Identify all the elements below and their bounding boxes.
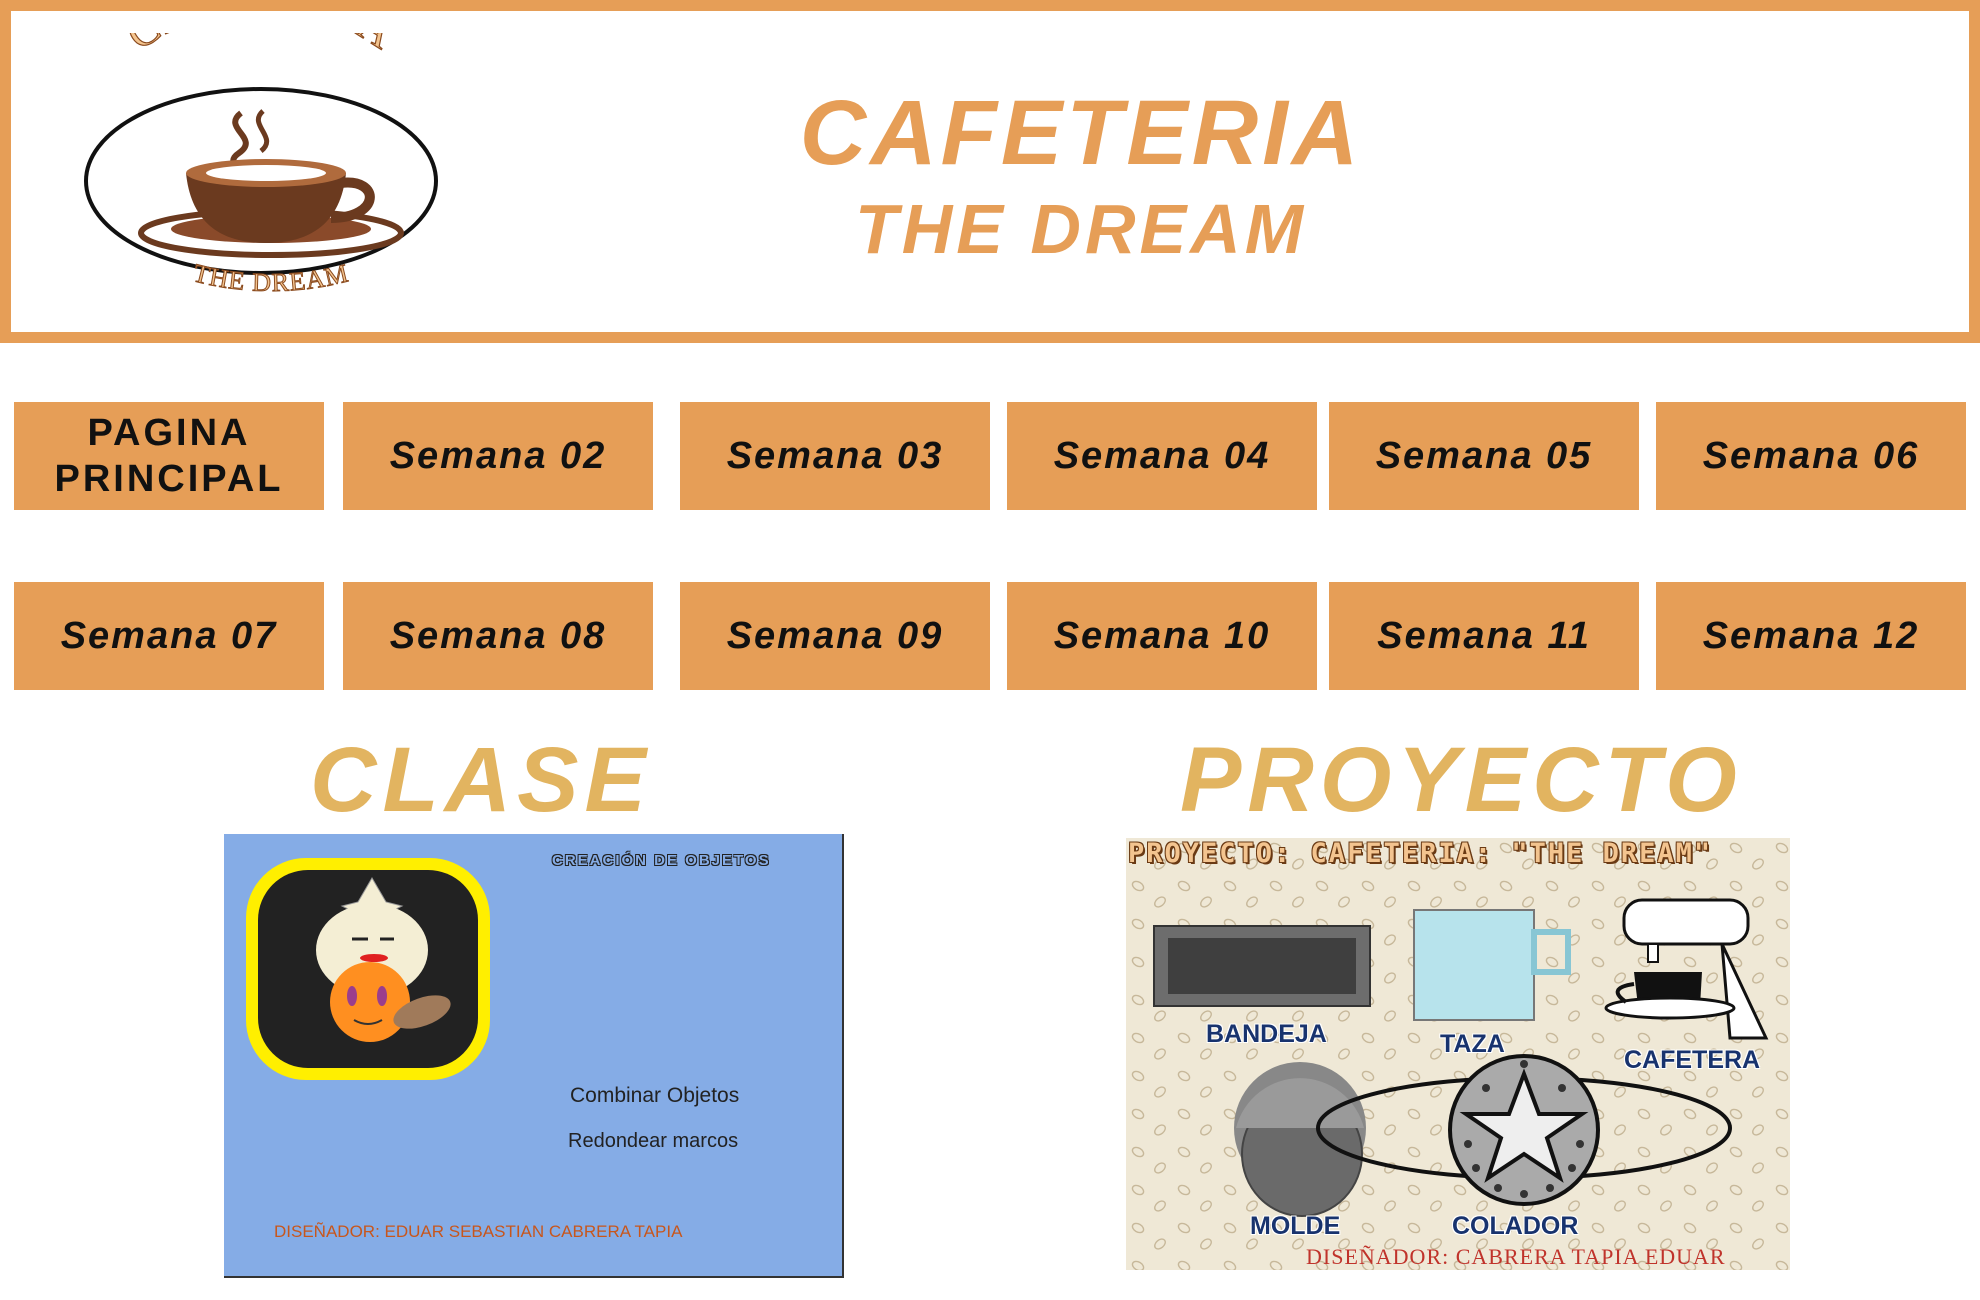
- clase-designer: DISEÑADOR: EDUAR SEBASTIAN CABRERA TAPIA: [274, 1222, 683, 1241]
- header-banner: CAFETERIA THE DREAM CAFETERIA THE DREAM: [0, 0, 1980, 343]
- nav-semana-02[interactable]: Semana 02: [343, 402, 653, 510]
- nav-semana-09[interactable]: Semana 09: [680, 582, 990, 690]
- nav-semana-12[interactable]: Semana 12: [1656, 582, 1966, 690]
- nav-semana-11[interactable]: Semana 11: [1329, 582, 1639, 690]
- nav-semana-03[interactable]: Semana 03: [680, 402, 990, 510]
- nav-semana-10[interactable]: Semana 10: [1007, 582, 1317, 690]
- clase-section-title: CLASE: [310, 729, 652, 831]
- clase-line-combinar: Combinar Objetos: [570, 1084, 740, 1107]
- clase-preview-card[interactable]: CREACIÓN DE OBJETOS Combinar Objetos Red…: [224, 834, 844, 1278]
- clase-line-redondear: Redondear marcos: [568, 1130, 739, 1152]
- site-subtitle: THE DREAM: [854, 190, 1308, 268]
- label-colador: COLADOR: [1452, 1212, 1579, 1240]
- proyecto-heading: PROYECTO: CAFETERIA: "THE DREAM": [1128, 838, 1713, 869]
- cafeteria-logo: CAFETERIA THE DREAM: [84, 33, 438, 298]
- nav-semana-08[interactable]: Semana 08: [343, 582, 653, 690]
- label-cafetera: CAFETERA: [1624, 1046, 1761, 1074]
- label-molde: MOLDE: [1250, 1212, 1341, 1240]
- svg-text:CAFETERIA: CAFETERIA: [118, 33, 404, 59]
- clase-heading: CREACIÓN DE OBJETOS: [552, 852, 771, 869]
- nav-semana-05[interactable]: Semana 05: [1329, 402, 1639, 510]
- proyecto-designer: DISEÑADOR: CABRERA TAPIA EDUAR: [1306, 1244, 1726, 1269]
- character-illustration: [246, 858, 490, 1080]
- site-title: CAFETERIA: [799, 82, 1363, 184]
- nav-pagina-principal[interactable]: PAGINA PRINCIPAL: [14, 402, 324, 510]
- nav-semana-07[interactable]: Semana 07: [14, 582, 324, 690]
- nav-semana-06[interactable]: Semana 06: [1656, 402, 1966, 510]
- proyecto-section-title: PROYECTO: [1180, 729, 1743, 831]
- label-taza: TAZA: [1440, 1030, 1505, 1058]
- nav-semana-04[interactable]: Semana 04: [1007, 402, 1317, 510]
- proyecto-preview-card[interactable]: PROYECTO: CAFETERIA: "THE DREAM" BANDEJA…: [1126, 838, 1790, 1270]
- label-bandeja: BANDEJA: [1206, 1020, 1327, 1048]
